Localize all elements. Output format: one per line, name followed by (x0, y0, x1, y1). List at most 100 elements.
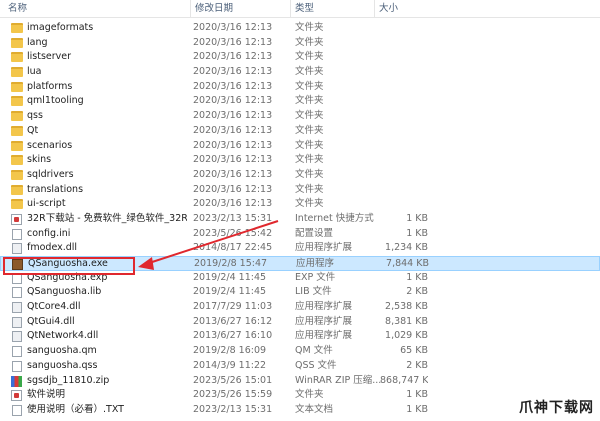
file-type: 应用程序 (296, 258, 335, 269)
list-item[interactable]: QtGui4.dll 2013/6/27 16:12 应用程序扩展 8,381 KB (0, 315, 600, 330)
file-type: 文件夹 (295, 168, 324, 180)
file-name: Qt (27, 124, 39, 136)
dll-file-icon (12, 316, 22, 328)
file-name: QSanguosha.lib (27, 286, 102, 298)
file-date: 2014/8/17 22:45 (193, 242, 273, 254)
folder-icon (11, 81, 23, 92)
file-type: 应用程序扩展 (295, 330, 353, 342)
file-name: QtGui4.dll (27, 315, 75, 327)
file-type: 应用程序扩展 (295, 301, 353, 313)
file-name: 32R下载站 - 免费软件_绿色软件_32R下... (27, 212, 187, 224)
file-size: 2 KB (406, 286, 428, 298)
internet-shortcut-icon (11, 213, 22, 225)
file-size: 868,747 KB (380, 374, 428, 386)
file-size: 1,234 KB (385, 242, 428, 254)
file-name: QSanguosha.exe (28, 258, 108, 269)
list-item[interactable]: ui-script 2020/3/16 12:13 文件夹 (0, 197, 600, 212)
file-date: 2013/6/27 16:12 (193, 315, 273, 327)
list-item[interactable]: QtCore4.dll 2017/7/29 11:03 应用程序扩展 2,538 KB (0, 300, 600, 315)
file-type: 文件夹 (295, 389, 324, 401)
file-name: ui-script (27, 198, 66, 210)
file-date: 2013/6/27 16:10 (193, 330, 273, 342)
file-date: 2020/3/16 12:13 (193, 154, 273, 166)
file-date: 2020/3/16 12:13 (193, 183, 273, 195)
folder-icon (11, 23, 23, 33)
file-name: 软件说明 (27, 389, 66, 401)
file-size: 1,029 KB (385, 330, 428, 342)
file-date: 2019/2/4 11:45 (193, 286, 267, 298)
list-item[interactable]: QSanguosha.exe 2019/2/8 15:47 应用程序 7,844 KB (0, 256, 600, 271)
file-type: 文件夹 (295, 110, 324, 122)
list-item[interactable]: platforms 2020/3/16 12:13 文件夹 (0, 80, 600, 95)
list-item[interactable]: qss 2020/3/16 12:13 文件夹 (0, 109, 600, 124)
file-date: 2023/5/26 15:59 (193, 389, 273, 401)
list-item[interactable]: skins 2020/3/16 12:13 文件夹 (0, 153, 600, 168)
file-icon (12, 360, 22, 372)
list-item[interactable]: Qt 2020/3/16 12:13 文件夹 (0, 124, 600, 139)
file-size: 1 KB (406, 403, 428, 415)
winrar-archive-icon (11, 375, 22, 387)
folder-icon (11, 37, 23, 48)
list-item[interactable]: config.ini 2023/5/26 15:42 配置设置 1 KB (0, 227, 600, 242)
file-type: 文件夹 (295, 36, 324, 48)
file-type: LIB 文件 (295, 286, 332, 298)
column-header: 名称 修改日期 类型 大小 (0, 0, 600, 18)
file-type: 文件夹 (295, 95, 324, 107)
list-item[interactable]: 32R下载站 - 免费软件_绿色软件_32R下... 2023/2/13 15:3… (0, 212, 600, 227)
list-item[interactable]: fmodex.dll 2014/8/17 22:45 应用程序扩展 1,234 KB (0, 241, 600, 256)
file-type: 文件夹 (295, 51, 324, 63)
exe-app-icon (12, 259, 23, 270)
folder-icon (11, 52, 23, 63)
file-name: QtCore4.dll (27, 301, 81, 313)
file-icon (12, 346, 22, 358)
settings-file-icon (12, 228, 22, 240)
list-item[interactable]: 软件说明 2023/5/26 15:59 文件夹 1 KB (0, 388, 600, 403)
file-type: 文件夹 (295, 22, 324, 33)
folder-icon (11, 111, 23, 122)
file-date: 2023/5/26 15:42 (193, 227, 273, 239)
list-item[interactable]: translations 2020/3/16 12:13 文件夹 (0, 183, 600, 198)
list-item[interactable]: sqldrivers 2020/3/16 12:13 文件夹 (0, 168, 600, 183)
column-type[interactable]: 类型 (290, 0, 314, 17)
list-item[interactable]: 使用说明（必看）.TXT 2023/2/13 15:31 文本文档 1 KB (0, 403, 600, 418)
list-item[interactable]: QtNetwork4.dll 2013/6/27 16:10 应用程序扩展 1,029… (0, 329, 600, 344)
file-type: QM 文件 (295, 345, 333, 357)
folder-icon (11, 155, 23, 166)
file-name: qml1tooling (27, 95, 84, 107)
file-name: QSanguosha.exp (27, 271, 108, 283)
folder-icon (11, 199, 23, 210)
file-name: sqldrivers (27, 168, 74, 180)
list-item[interactable]: imageformats 2020/3/16 12:13 文件夹 (0, 21, 600, 36)
list-item[interactable]: listserver 2020/3/16 12:13 文件夹 (0, 50, 600, 65)
file-date: 2023/5/26 15:01 (193, 374, 273, 386)
file-name: translations (27, 183, 84, 195)
file-date: 2019/2/4 11:45 (193, 271, 267, 283)
list-item[interactable]: sanguosha.qm 2019/2/8 16:09 QM 文件 65 KB (0, 344, 600, 359)
file-date: 2019/2/8 15:47 (194, 258, 268, 269)
file-type: 文件夹 (295, 139, 324, 151)
text-document-icon (12, 404, 22, 416)
list-item[interactable]: lang 2020/3/16 12:13 文件夹 (0, 36, 600, 51)
file-type: 文件夹 (295, 198, 324, 210)
list-item[interactable]: sanguosha.qss 2014/3/9 11:22 QSS 文件 2 KB (0, 359, 600, 374)
column-date[interactable]: 修改日期 (190, 0, 233, 17)
file-type: 应用程序扩展 (295, 315, 353, 327)
column-size[interactable]: 大小 (374, 0, 398, 17)
list-item[interactable]: QSanguosha.lib 2019/2/4 11:45 LIB 文件 2 KB (0, 285, 600, 300)
list-item[interactable]: QSanguosha.exp 2019/2/4 11:45 EXP 文件 1 KB (0, 271, 600, 286)
list-item[interactable]: lua 2020/3/16 12:13 文件夹 (0, 65, 600, 80)
dll-file-icon (12, 331, 22, 343)
list-item[interactable]: sgsdjb_11810.zip 2023/5/26 15:01 WinRAR ZI… (0, 374, 600, 389)
file-type: 文件夹 (295, 66, 324, 78)
file-name: lang (27, 36, 48, 48)
file-date: 2020/3/16 12:13 (193, 66, 273, 78)
folder-icon (11, 184, 23, 195)
list-item[interactable]: scenarios 2020/3/16 12:13 文件夹 (0, 139, 600, 154)
internet-shortcut-icon (11, 390, 22, 402)
file-type: 应用程序扩展 (295, 242, 353, 254)
file-type: Internet 快捷方式 (295, 212, 374, 224)
column-name[interactable]: 名称 (4, 0, 27, 17)
list-item[interactable]: qml1tooling 2020/3/16 12:13 文件夹 (0, 94, 600, 109)
file-type: 配置设置 (295, 227, 334, 239)
file-icon (12, 287, 22, 299)
